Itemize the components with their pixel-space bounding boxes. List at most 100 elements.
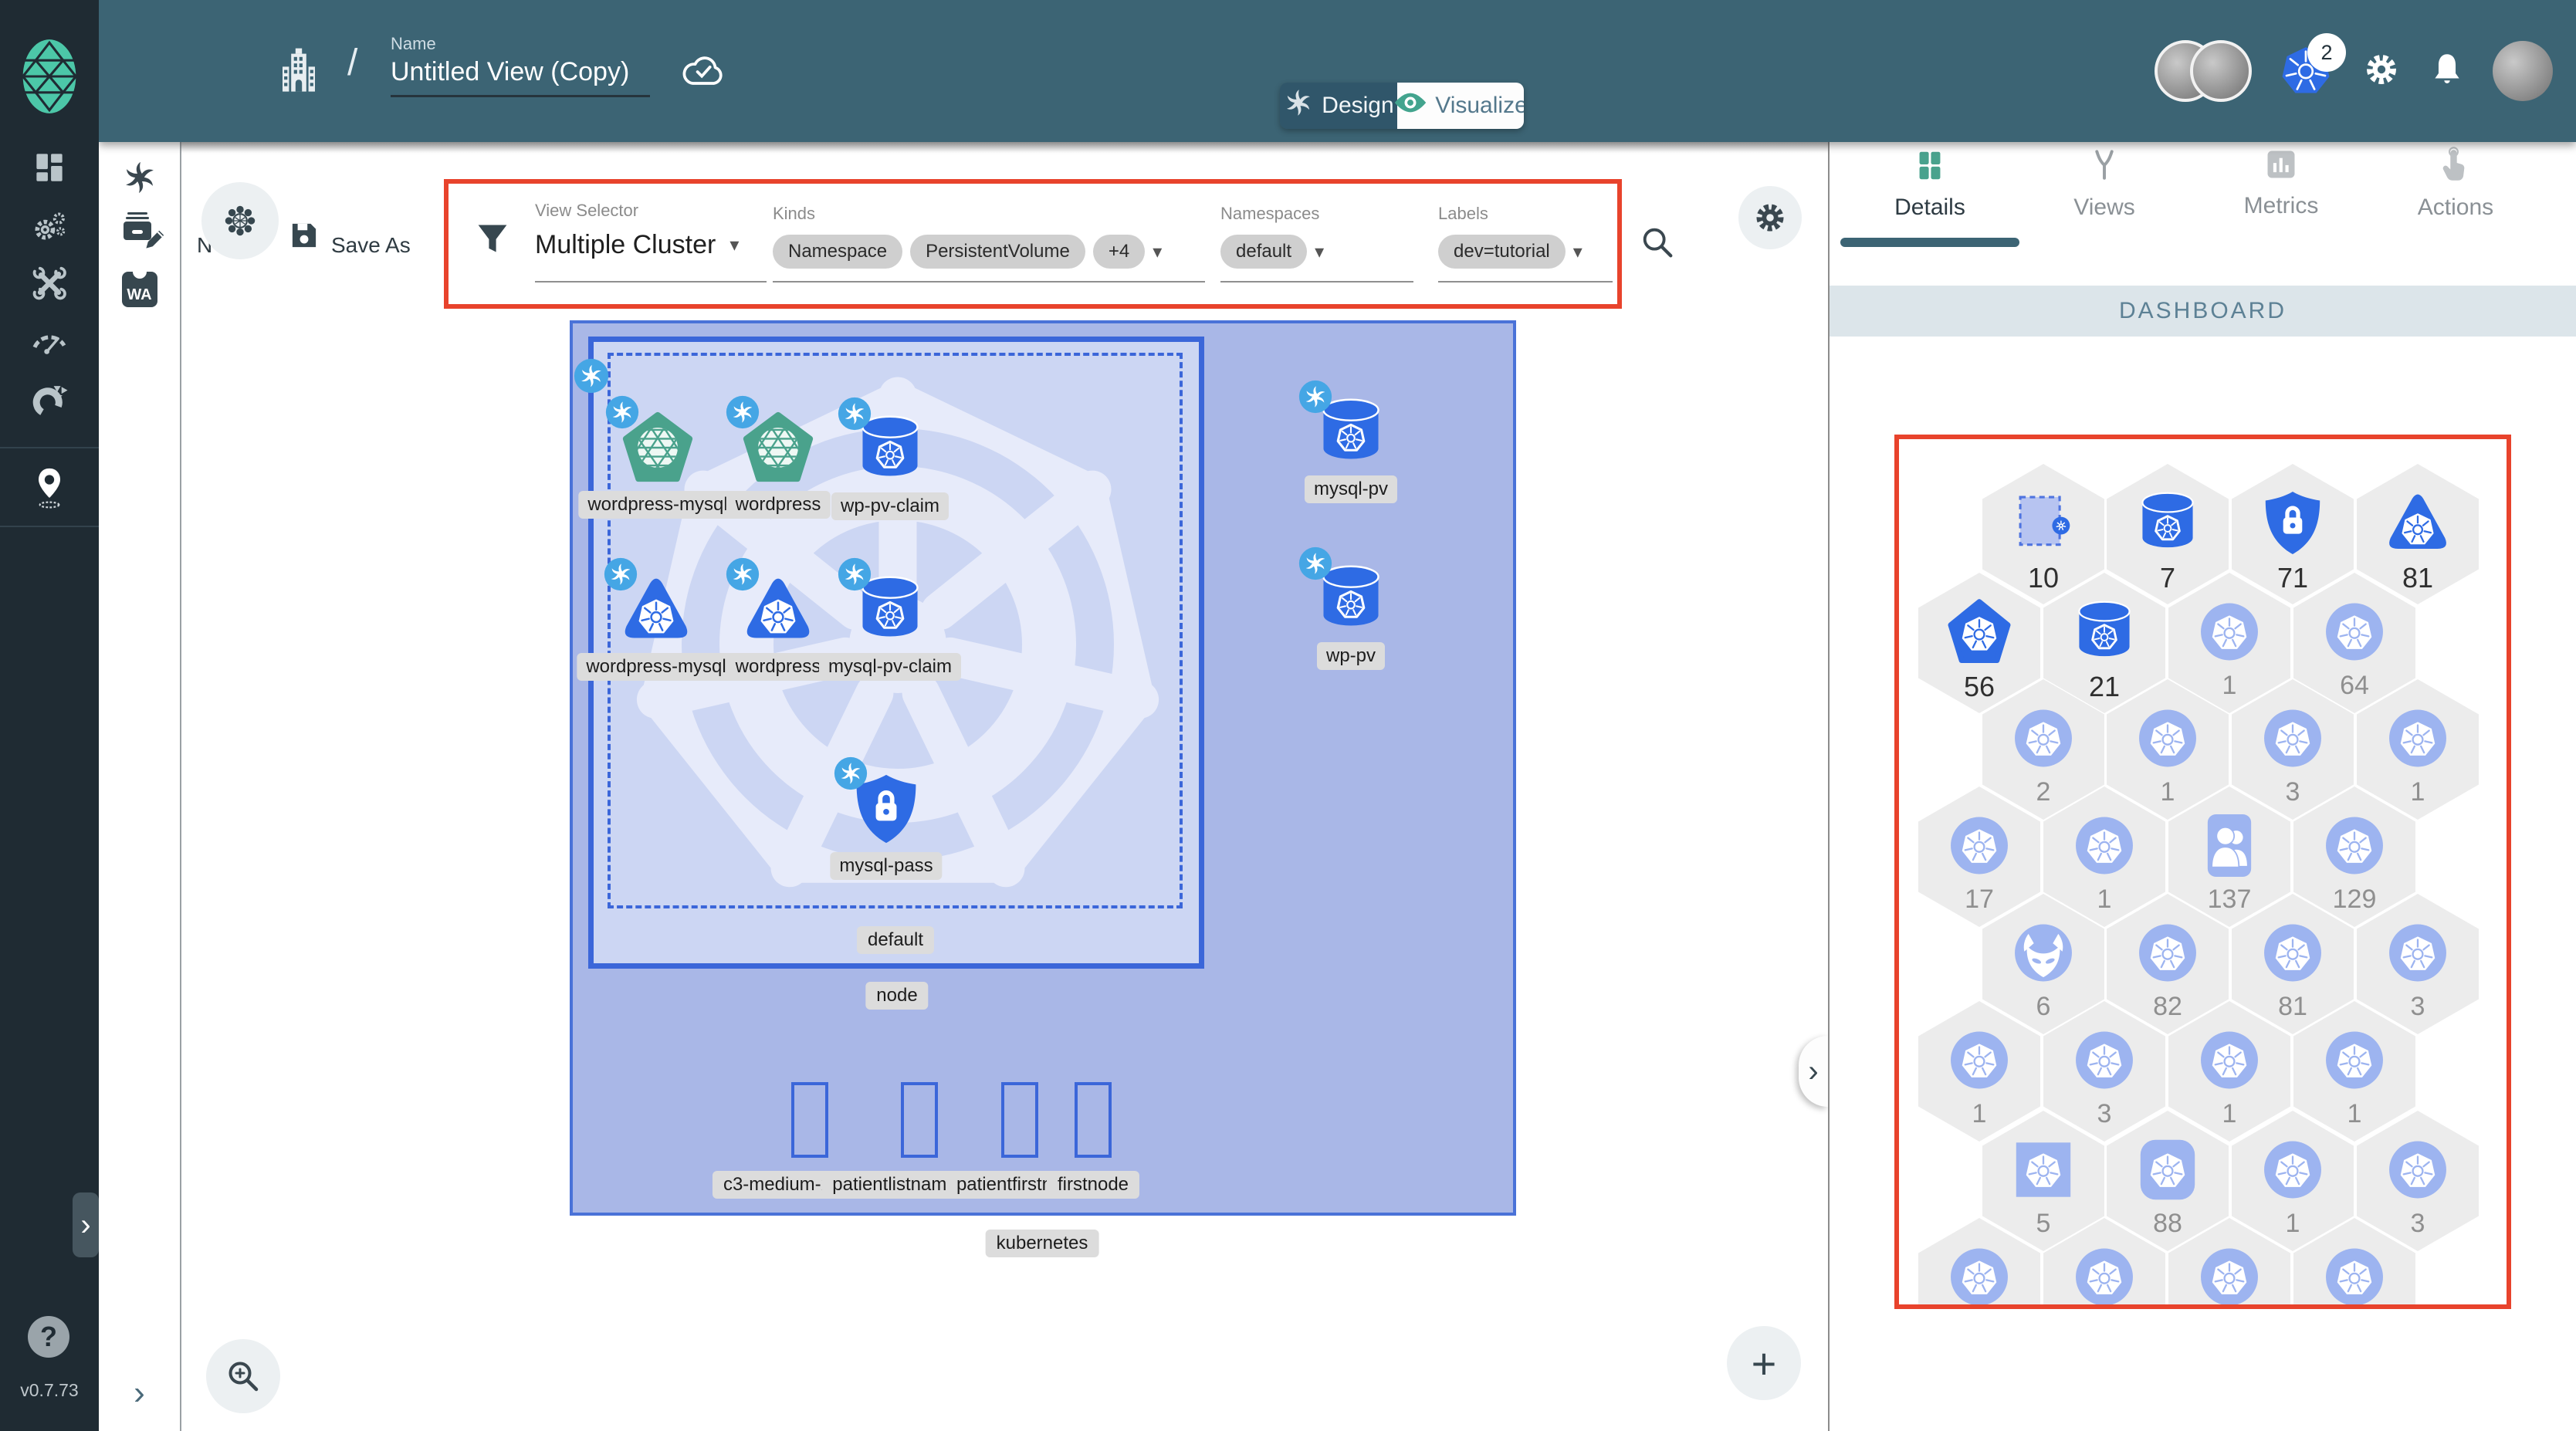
resource-label: wp-pv bbox=[1316, 642, 1386, 670]
resource-volume-wp-pv[interactable]: wp-pv bbox=[1298, 546, 1388, 670]
namespace-icon[interactable] bbox=[2009, 489, 2077, 561]
faded-icon[interactable] bbox=[2320, 812, 2388, 884]
sidebar-item-configuration[interactable] bbox=[0, 262, 99, 304]
view-selector-value[interactable]: Multiple Cluster bbox=[535, 230, 716, 260]
namespaces-filter[interactable]: Namespaces default ▾ bbox=[1220, 204, 1413, 282]
save-as-icon[interactable] bbox=[288, 219, 320, 255]
visualization-canvas[interactable]: N Save As View Selector Multiple Cluster… bbox=[180, 142, 1828, 1431]
resource-volume-wp-pv-claim[interactable]: wp-pv-claim bbox=[831, 397, 949, 520]
faded-icon[interactable] bbox=[2009, 705, 2077, 776]
resource-deployment-wordpress[interactable]: wordpress bbox=[726, 557, 831, 681]
sidebar-item-lifecycle[interactable] bbox=[0, 204, 99, 247]
resource-volume-mysql-pv-claim[interactable]: mysql-pv-claim bbox=[818, 557, 962, 681]
resource-service-wordpress-mysql[interactable]: wordpress-mysql bbox=[578, 395, 737, 519]
kinds-filter[interactable]: Kinds Namespace PersistentVolume +4 ▾ bbox=[773, 204, 1205, 282]
organization-icon[interactable] bbox=[272, 43, 326, 103]
wasm-filter-icon[interactable]: WA bbox=[99, 270, 180, 307]
kind-chip[interactable]: PersistentVolume bbox=[910, 235, 1085, 269]
view-name-input[interactable] bbox=[391, 57, 650, 97]
faded-icon[interactable] bbox=[2320, 1027, 2388, 1098]
add-node-button[interactable]: + bbox=[1727, 1326, 1801, 1400]
faded-icon[interactable] bbox=[2320, 598, 2388, 670]
view-selector-filter[interactable]: View Selector Multiple Cluster ▾ bbox=[535, 201, 767, 282]
faded-icon[interactable] bbox=[2259, 919, 2327, 991]
faded-icon[interactable] bbox=[2259, 705, 2327, 776]
chevron-down-icon[interactable]: ▾ bbox=[1573, 241, 1582, 263]
tab-metrics[interactable]: Metrics bbox=[2200, 147, 2362, 242]
volume-icon[interactable] bbox=[2134, 489, 2202, 561]
chevron-down-icon[interactable]: ▾ bbox=[1153, 241, 1162, 263]
zoom-in-button[interactable] bbox=[206, 1339, 280, 1413]
kind-chip[interactable]: +4 bbox=[1092, 235, 1146, 269]
designs-drawer-edit-icon[interactable] bbox=[99, 207, 180, 249]
labels-filter[interactable]: Labels dev=tutorial ▾ bbox=[1438, 204, 1613, 282]
node-patientfirstnode[interactable] bbox=[1001, 1082, 1038, 1158]
notifications-bell-icon[interactable] bbox=[2429, 49, 2465, 93]
tab-details[interactable]: Details bbox=[1849, 147, 2011, 242]
save-as-button[interactable]: Save As bbox=[331, 233, 411, 258]
node-firstnode[interactable] bbox=[1075, 1082, 1112, 1158]
faded-icon[interactable] bbox=[2070, 1243, 2138, 1304]
resource-secret-mysql-pass[interactable]: mysql-pass bbox=[830, 756, 943, 880]
dock-expand-chevron[interactable]: › bbox=[99, 1374, 180, 1412]
faded-icon[interactable] bbox=[2070, 812, 2138, 884]
namespace-chip[interactable]: default bbox=[1220, 235, 1308, 269]
sidebar-item-environment[interactable] bbox=[0, 463, 99, 511]
selected-shape-button[interactable] bbox=[201, 182, 279, 259]
node-patientlistnamespace[interactable] bbox=[901, 1082, 938, 1158]
user-avatar[interactable] bbox=[2493, 41, 2553, 101]
faded-icon[interactable] bbox=[2070, 1027, 2138, 1098]
label-chip[interactable]: dev=tutorial bbox=[1438, 235, 1566, 269]
resource-volume-mysql-pv[interactable]: mysql-pv bbox=[1298, 380, 1398, 503]
resource-count: 3 bbox=[2097, 1099, 2112, 1128]
faded-icon[interactable] bbox=[1945, 1243, 2013, 1304]
search-icon[interactable] bbox=[1639, 224, 1676, 265]
design-mode-tab[interactable]: Design bbox=[1280, 83, 1397, 129]
faded-icon[interactable] bbox=[2195, 1027, 2263, 1098]
sidebar-expand-handle[interactable]: › bbox=[73, 1192, 99, 1257]
serviceaccount-icon[interactable] bbox=[2195, 812, 2263, 884]
tri-icon[interactable] bbox=[2384, 489, 2452, 561]
kubernetes-context-switcher[interactable]: 2 bbox=[2280, 33, 2346, 98]
resource-count: 6 bbox=[2036, 992, 2051, 1021]
volume-icon[interactable] bbox=[2070, 598, 2138, 670]
faded-icon[interactable] bbox=[2195, 1243, 2263, 1304]
resource-count: 71 bbox=[2276, 562, 2309, 594]
help-button[interactable]: ? bbox=[28, 1316, 69, 1358]
tab-views[interactable]: Views bbox=[2023, 147, 2185, 242]
chevron-down-icon[interactable]: ▾ bbox=[729, 234, 739, 256]
tab-actions[interactable]: Actions bbox=[2375, 147, 2537, 242]
faded-icon[interactable] bbox=[2259, 1136, 2327, 1208]
square-icon[interactable] bbox=[2009, 1136, 2077, 1208]
pentagon-icon[interactable] bbox=[1945, 598, 2013, 670]
sidebar-item-dashboard[interactable] bbox=[0, 147, 99, 187]
faded-icon[interactable] bbox=[1945, 1027, 2013, 1098]
kind-chip[interactable]: Namespace bbox=[773, 235, 903, 269]
sidebar-item-performance[interactable] bbox=[0, 320, 99, 363]
faded-icon[interactable] bbox=[2384, 919, 2452, 991]
faded-icon[interactable] bbox=[2384, 705, 2452, 776]
filter-funnel-icon[interactable] bbox=[475, 221, 510, 260]
sidebar-item-extensions[interactable] bbox=[0, 378, 99, 421]
collaborator-avatars[interactable] bbox=[2155, 40, 2252, 102]
faded-icon[interactable] bbox=[2195, 598, 2263, 670]
collaborator-avatar[interactable] bbox=[2190, 40, 2252, 102]
resource-deployment-wordpress-mysql[interactable]: wordpress-mysql bbox=[577, 557, 736, 681]
faded-icon[interactable] bbox=[2134, 705, 2202, 776]
chevron-down-icon[interactable]: ▾ bbox=[1315, 241, 1324, 263]
meshery-logo-icon[interactable] bbox=[0, 31, 99, 122]
daemonset-icon[interactable] bbox=[2009, 919, 2077, 991]
faded-icon[interactable] bbox=[2134, 919, 2202, 991]
canvas-settings-button[interactable] bbox=[1738, 186, 1802, 249]
faded-icon[interactable] bbox=[2384, 1136, 2452, 1208]
node-c3-medium-x86-02…[interactable] bbox=[791, 1082, 828, 1158]
panel-expand-handle[interactable]: › bbox=[1799, 1036, 1828, 1107]
visualize-mode-tab[interactable]: Visualize bbox=[1394, 83, 1524, 129]
header-settings-icon[interactable] bbox=[2361, 49, 2402, 93]
resource-service-wordpress[interactable]: wordpress bbox=[726, 395, 831, 519]
faded-icon[interactable] bbox=[1945, 812, 2013, 884]
faded-icon[interactable] bbox=[2320, 1243, 2388, 1304]
secret-icon[interactable] bbox=[2259, 489, 2327, 561]
roundrect-icon[interactable] bbox=[2134, 1136, 2202, 1208]
meshery-spiral-icon[interactable] bbox=[99, 159, 180, 196]
